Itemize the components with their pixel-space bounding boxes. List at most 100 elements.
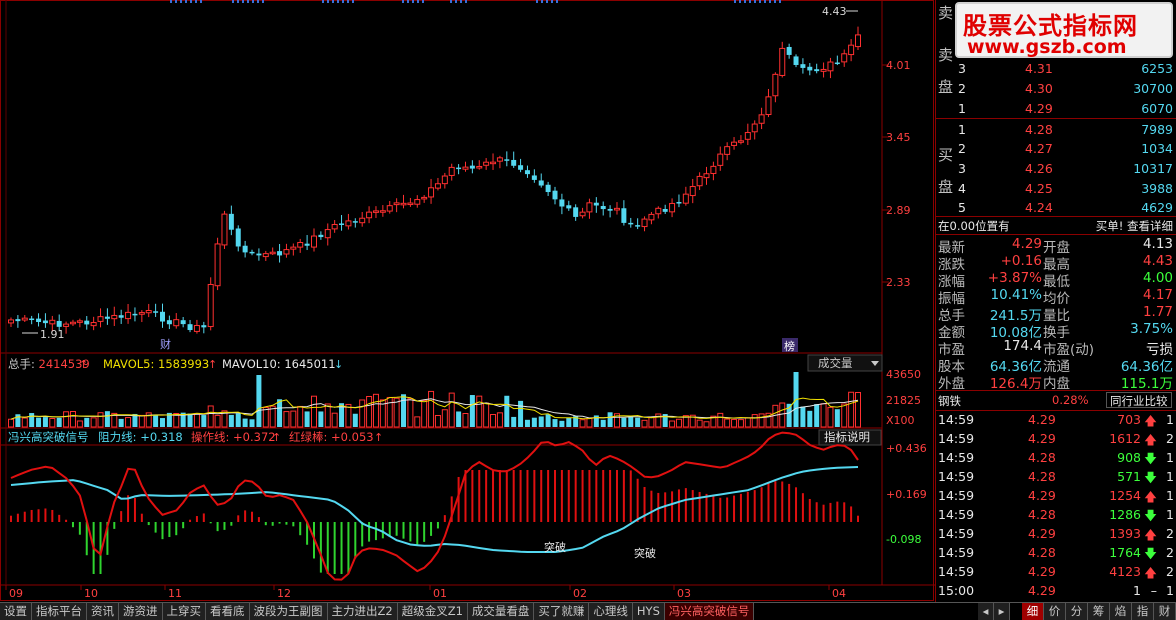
red-bar: [505, 470, 508, 522]
candle-down: [511, 159, 517, 166]
red-bar: [857, 515, 859, 522]
red-bar: [202, 513, 205, 522]
breakout-signal-label: 突破: [544, 540, 566, 554]
panel-tab-筹[interactable]: 筹: [1088, 603, 1110, 620]
down-arrow-icon: ↓: [334, 358, 343, 371]
tab-波段为王副图[interactable]: 波段为王副图: [249, 603, 328, 620]
volume-bar: [401, 394, 407, 427]
tick-row: 14:59 4.29 4123 🡅 2: [936, 564, 1176, 581]
volume-bar: [559, 420, 565, 427]
top-mark: [322, 0, 324, 3]
candle-down: [456, 167, 462, 170]
volume-bar: [84, 417, 90, 427]
indicator-axis-label: -0.098: [886, 533, 921, 546]
quote-value: 4.00: [1142, 270, 1173, 286]
candle-down: [201, 325, 207, 328]
red-bar: [526, 470, 529, 522]
tab-主力进出Z2[interactable]: 主力进出Z2: [327, 603, 398, 620]
candle-up: [586, 202, 593, 213]
red-bar: [471, 470, 474, 522]
candle-down: [228, 213, 234, 230]
red-bar: [739, 493, 742, 522]
volume-bar: [841, 403, 848, 428]
mavol5-readout: MAVOL5: 1583993: [103, 357, 209, 371]
tick-count: 2: [1166, 545, 1174, 560]
buy-order-row: 2 4.27 1034: [958, 141, 1173, 156]
panel-tab-指[interactable]: 指: [1132, 603, 1154, 620]
ranking-event-marker[interactable]: 榜: [784, 339, 795, 353]
red-bar: [540, 470, 543, 522]
quote-label: 外盘: [938, 376, 965, 392]
candle-up: [76, 320, 83, 323]
scroll-right-icon[interactable]: ▸: [994, 603, 1010, 620]
panel-tab-价[interactable]: 价: [1044, 603, 1066, 620]
quote-value: 115.1万: [1120, 376, 1173, 392]
green-bar: [381, 522, 384, 539]
red-bar: [795, 487, 798, 522]
breakout-signal-label: 突破: [634, 546, 656, 560]
volume-bar: [545, 414, 551, 427]
red-bar: [677, 489, 680, 522]
volume-bar: [628, 416, 634, 427]
scroll-left-icon[interactable]: ◂: [978, 603, 994, 620]
tab-买了就赚[interactable]: 买了就赚: [534, 603, 590, 620]
volume-bar: [552, 419, 558, 427]
tab-HYS[interactable]: HYS: [632, 603, 665, 620]
candle-down: [676, 202, 682, 204]
finance-event-marker[interactable]: 财: [160, 337, 171, 351]
top-mark: [347, 0, 349, 3]
tab-看看底[interactable]: 看看底: [206, 603, 250, 620]
candle-up: [703, 173, 710, 179]
top-mark: [734, 0, 736, 3]
red-bar: [726, 497, 729, 522]
panel-tab-财[interactable]: 财: [1154, 603, 1176, 620]
sell-order-row: 3 4.31 6253: [958, 61, 1173, 76]
volume-bar: [36, 417, 42, 427]
red-bar: [746, 491, 749, 522]
green-bar: [416, 522, 419, 546]
tab-心理线[interactable]: 心理线: [589, 603, 633, 620]
up-arrow-icon: 🡅: [1144, 527, 1157, 542]
panel-tab-分[interactable]: 分: [1066, 603, 1088, 620]
red-bar: [671, 491, 674, 522]
red-bar: [767, 482, 770, 522]
candle-down: [29, 318, 35, 321]
red-bar: [519, 470, 522, 522]
candle-up: [428, 187, 435, 198]
volume-bar: [641, 419, 648, 428]
view-detail-link[interactable]: 买单! 查看详细: [1096, 218, 1173, 234]
green-bar: [347, 522, 350, 574]
volume-bar: [731, 418, 738, 428]
volume-bar: [428, 390, 435, 428]
sell-order-row: 2 4.30 30700: [958, 81, 1173, 96]
tab-上穿买[interactable]: 上穿买: [162, 603, 206, 620]
quote-value: 174.4: [1003, 338, 1042, 354]
tab-游资进[interactable]: 游资进: [119, 603, 163, 620]
tab-冯兴高突破信号[interactable]: 冯兴高突破信号: [664, 603, 755, 620]
tab-指标平台[interactable]: 指标平台: [32, 603, 87, 620]
tab-成交量看盘[interactable]: 成交量看盘: [467, 603, 535, 620]
kline-chart[interactable]: 4.01 3.45 2.89 2.33 4.43 1.91 财 榜 总手: 24…: [0, 0, 935, 602]
volume-bar: [187, 413, 193, 427]
candle-down: [552, 190, 558, 200]
candle-up: [125, 311, 132, 320]
quote-label: 内盘: [1043, 376, 1070, 392]
volume-bar: [49, 418, 56, 428]
panel-tab-焰[interactable]: 焰: [1110, 603, 1132, 620]
quote-row: 振幅 10.41% 均价 4.17: [936, 287, 1176, 307]
up-arrow-icon: 🡅: [1144, 432, 1157, 447]
volume-bar: [29, 413, 35, 427]
candle-up: [434, 183, 441, 189]
candle-up: [69, 321, 76, 325]
tab-资讯[interactable]: 资讯: [87, 603, 119, 620]
top-mark: [556, 0, 558, 3]
panel-tab-细[interactable]: 细: [1022, 603, 1044, 620]
volume-bar: [125, 417, 132, 428]
candle-up: [359, 217, 366, 224]
tab-超级金叉Z1[interactable]: 超级金叉Z1: [397, 603, 468, 620]
quote-row: 最新 4.29 开盘 4.13: [936, 236, 1176, 256]
industry-compare-button[interactable]: 同行业比较: [1106, 392, 1172, 408]
volume-bar: [352, 413, 358, 427]
tab-设置[interactable]: 设置: [0, 603, 32, 620]
indicator-axis-label: +0.436: [886, 442, 927, 455]
